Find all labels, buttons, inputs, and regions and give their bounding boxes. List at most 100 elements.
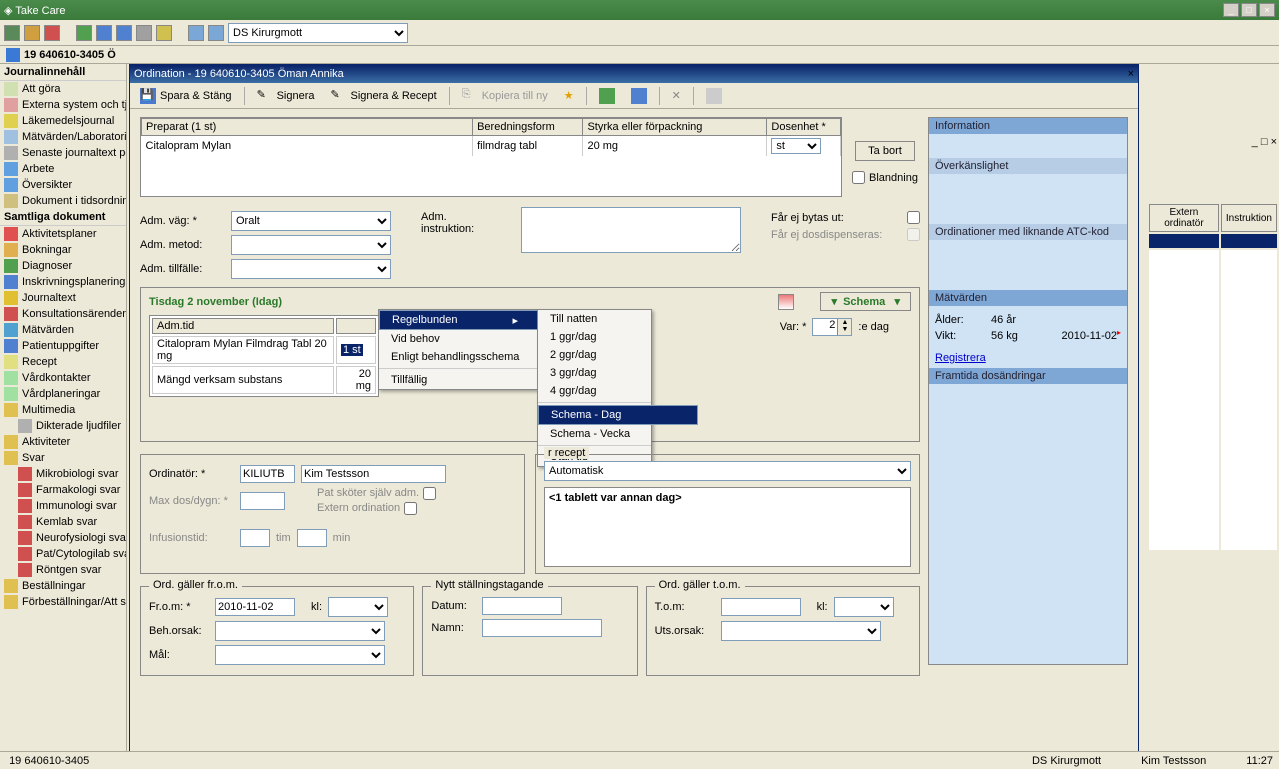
nav-item[interactable]: Bokningar <box>0 242 126 258</box>
toolbar-icon-button[interactable] <box>702 86 726 106</box>
close-button[interactable]: × <box>1259 3 1275 17</box>
bytas-checkbox[interactable] <box>907 211 920 224</box>
nav-item[interactable]: Diagnoser <box>0 258 126 274</box>
ordinator-code-input[interactable] <box>240 465 295 483</box>
beh-orsak-select[interactable] <box>215 621 385 641</box>
toolbar-icon-button[interactable] <box>595 86 619 106</box>
nav-item[interactable]: Vårdplaneringar <box>0 386 126 402</box>
col-preparat[interactable]: Preparat (1 st) <box>142 119 473 136</box>
col-dosenhet[interactable]: Dosenhet * <box>767 119 841 136</box>
nav-item[interactable]: Pat/Cytologilab svar <box>0 546 126 562</box>
col-extern[interactable]: Extern ordinatör <box>1149 204 1219 232</box>
ordination-close-button[interactable]: × <box>1128 68 1134 80</box>
toolbar-icon[interactable] <box>136 25 152 41</box>
patskoter-checkbox[interactable] <box>423 487 436 500</box>
nav-item[interactable]: Recept <box>0 354 126 370</box>
sign-button[interactable]: ✎Signera <box>253 86 319 106</box>
tom-kl-select[interactable] <box>834 597 894 617</box>
dose-cell-selected[interactable]: 1 st <box>341 344 363 356</box>
nav-item[interactable]: Mätvärden/Laboratorielista <box>0 129 126 145</box>
from-date-input[interactable] <box>215 598 295 616</box>
nav-item[interactable]: Dikterade ljudfiler <box>0 418 126 434</box>
toolbar-icon[interactable] <box>188 25 204 41</box>
toolbar-icon[interactable] <box>208 25 224 41</box>
tabort-button[interactable]: Ta bort <box>855 141 915 161</box>
inner-close-button[interactable]: × <box>1271 136 1277 148</box>
var-spinner[interactable]: 2▲▼ <box>812 318 852 336</box>
menu-item[interactable]: Till natten <box>538 310 651 328</box>
nav-item[interactable]: Multimedia <box>0 402 126 418</box>
adm-tillfalle-select[interactable] <box>231 259 391 279</box>
menu-item[interactable]: 3 ggr/dag <box>538 364 651 382</box>
toolbar-icon[interactable] <box>76 25 92 41</box>
dostext-box[interactable]: <1 tablett var annan dag> <box>544 487 911 567</box>
col-instruktion[interactable]: Instruktion <box>1221 204 1277 232</box>
nav-item[interactable]: Neurofysiologi svar <box>0 530 126 546</box>
inner-minimize-button[interactable]: _ <box>1252 136 1258 148</box>
menu-item[interactable]: 1 ggr/dag <box>538 328 651 346</box>
nav-item[interactable]: Immunologi svar <box>0 498 126 514</box>
col-styrka[interactable]: Styrka eller förpackning <box>583 119 767 136</box>
toolbar-icon[interactable] <box>156 25 172 41</box>
toolbar-icon[interactable] <box>116 25 132 41</box>
nav-item[interactable]: Aktivitetsplaner <box>0 226 126 242</box>
from-kl-select[interactable] <box>328 597 388 617</box>
tom-input[interactable] <box>721 598 801 616</box>
ny-namn-input[interactable] <box>482 619 602 637</box>
mal-select[interactable] <box>215 645 385 665</box>
col-admtid[interactable]: Adm.tid <box>152 318 334 334</box>
toolbar-icon[interactable] <box>4 25 20 41</box>
dosenhet-select[interactable]: st <box>771 138 821 154</box>
toolbar-icon[interactable] <box>96 25 112 41</box>
maximize-button[interactable]: □ <box>1241 3 1257 17</box>
adm-vag-select[interactable]: Oralt <box>231 211 391 231</box>
nav-item[interactable]: Vårdkontakter <box>0 370 126 386</box>
menu-item[interactable]: 4 ggr/dag <box>538 382 651 400</box>
adm-metod-select[interactable] <box>231 235 391 255</box>
nav-item[interactable]: Patientuppgifter <box>0 338 126 354</box>
ordinator-name-input[interactable] <box>301 465 446 483</box>
cell-dosenhet[interactable]: st <box>767 136 841 157</box>
dosing-row[interactable]: Citalopram Mylan Filmdrag Tabl 20 mg1 st <box>152 336 376 364</box>
menu-item[interactable]: Regelbunden <box>379 310 539 330</box>
extern-checkbox[interactable] <box>404 502 417 515</box>
toolbar-icon-button[interactable] <box>627 86 651 106</box>
nav-item[interactable]: Översikter <box>0 177 126 193</box>
adm-instruktion-textarea[interactable] <box>521 207 741 253</box>
registrera-link[interactable]: Registrera <box>935 352 986 364</box>
maxdos-input[interactable] <box>240 492 285 510</box>
nav-item[interactable]: Inskrivningsplaneringar <box>0 274 126 290</box>
nav-item[interactable]: Journaltext <box>0 290 126 306</box>
minimize-button[interactable]: _ <box>1223 3 1239 17</box>
nav-item[interactable]: Att göra <box>0 81 126 97</box>
toolbar-icon[interactable] <box>24 25 40 41</box>
menu-item[interactable]: Tillfällig <box>379 371 537 389</box>
ny-datum-input[interactable] <box>482 597 562 615</box>
nav-item[interactable]: Farmakologi svar <box>0 482 126 498</box>
preparat-row[interactable]: Citalopram Mylan filmdrag tabl 20 mg st <box>142 136 841 157</box>
unit-dropdown[interactable]: DS Kirurgmott <box>228 23 408 43</box>
toolbar-icon[interactable] <box>44 25 60 41</box>
nav-item[interactable]: Röntgen svar <box>0 562 126 578</box>
save-close-button[interactable]: 💾Spara & Stäng <box>136 86 236 106</box>
nav-item[interactable]: Aktiviteter <box>0 434 126 450</box>
recept-select[interactable]: Automatisk <box>544 461 911 481</box>
blandning-checkbox[interactable] <box>852 171 865 184</box>
dosing-row[interactable]: Mängd verksam substans20 mg <box>152 366 376 394</box>
menu-item[interactable]: Schema - Vecka <box>538 425 651 443</box>
uts-orsak-select[interactable] <box>721 621 881 641</box>
nav-item[interactable]: Läkemedelsjournal <box>0 113 126 129</box>
col-beredning[interactable]: Beredningsform <box>473 119 583 136</box>
nav-item[interactable]: Dokument i tidsordning <box>0 193 126 209</box>
extern-label[interactable]: Extern ordination <box>317 502 436 515</box>
delete-button[interactable]: ✕ <box>668 87 685 104</box>
nav-item[interactable]: Externa system och tjänster <box>0 97 126 113</box>
inner-maximize-button[interactable]: □ <box>1261 136 1268 148</box>
nav-item[interactable]: Förbeställningar/Att skicka <box>0 594 126 610</box>
nav-item[interactable]: Senaste journaltext per sökord <box>0 145 126 161</box>
nav-item[interactable]: Arbete <box>0 161 126 177</box>
menu-item[interactable]: Enligt behandlingsschema <box>379 348 537 366</box>
nav-item[interactable]: Svar <box>0 450 126 466</box>
copy-button[interactable]: ⎘Kopiera till ny <box>458 86 552 106</box>
nav-item[interactable]: Konsultationsärenden <box>0 306 126 322</box>
